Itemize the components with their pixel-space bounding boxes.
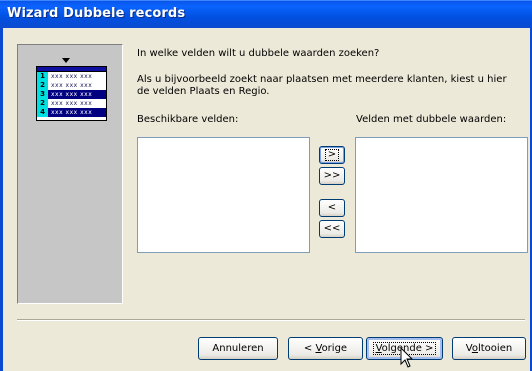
row-number: 3 [37, 90, 48, 99]
question-text: In welke velden wilt u dubbele waarden z… [137, 48, 380, 59]
title-bar[interactable]: Wizard Dubbele records [0, 0, 532, 28]
back-prefix: < [303, 343, 316, 354]
wizard-illustration: 1 xxx xxx xxx 2 xxx xxx xxx 3 xxx xxx xx… [17, 44, 123, 304]
window-title: Wizard Dubbele records [7, 6, 186, 21]
available-fields-label: Beschikbare velden: [137, 114, 239, 125]
illustration-row: 2 xxx xxx xxx [37, 81, 106, 90]
remove-all-label: << [323, 223, 341, 234]
add-field-button[interactable]: > [319, 146, 345, 164]
add-all-fields-button[interactable]: >> [319, 167, 345, 185]
remove-all-fields-button[interactable]: << [319, 220, 345, 238]
arrow-down-icon [62, 58, 70, 63]
row-number: 2 [37, 81, 48, 90]
illustration-row-highlighted: 3 xxx xxx xxx [37, 90, 106, 99]
hint-text: Als u bijvoorbeeld zoekt naar plaatsen m… [137, 74, 507, 97]
mouse-pointer-icon [400, 347, 414, 368]
row-number: 2 [37, 99, 48, 108]
add-field-label: > [324, 149, 340, 161]
row-cells: xxx xxx xxx [51, 82, 93, 89]
window-frame-left [0, 28, 3, 371]
table-illustration: 1 xxx xxx xxx 2 xxx xxx xxx 3 xxx xxx xx… [36, 66, 107, 121]
row-number: 1 [37, 72, 48, 81]
finish-button[interactable]: Voltooien [452, 337, 526, 360]
row-cells: xxx xxx xxx [51, 109, 93, 116]
add-all-label: >> [323, 170, 341, 181]
row-cells: xxx xxx xxx [51, 91, 93, 98]
finish-label: ltooien [477, 343, 513, 354]
available-fields-list[interactable] [137, 137, 310, 253]
back-button[interactable]: < Vorige [288, 337, 363, 360]
footer-separator-highlight [17, 320, 525, 321]
cancel-label: Annuleren [212, 343, 264, 354]
row-cells: xxx xxx xxx [51, 100, 93, 107]
back-label: orige [321, 343, 348, 354]
illustration-row: 1 xxx xxx xxx [37, 72, 106, 81]
duplicate-fields-list[interactable] [355, 137, 528, 253]
cancel-button[interactable]: Annuleren [198, 337, 278, 360]
illustration-row: 2 xxx xxx xxx [37, 99, 106, 108]
row-cells: xxx xxx xxx [51, 73, 93, 80]
duplicate-fields-label: Velden met dubbele waarden: [356, 114, 507, 125]
illustration-row-highlighted: 4 xxx xxx xxx [37, 108, 106, 117]
remove-field-label: < [327, 202, 337, 213]
remove-field-button[interactable]: < [319, 199, 345, 217]
row-number: 4 [37, 108, 48, 117]
